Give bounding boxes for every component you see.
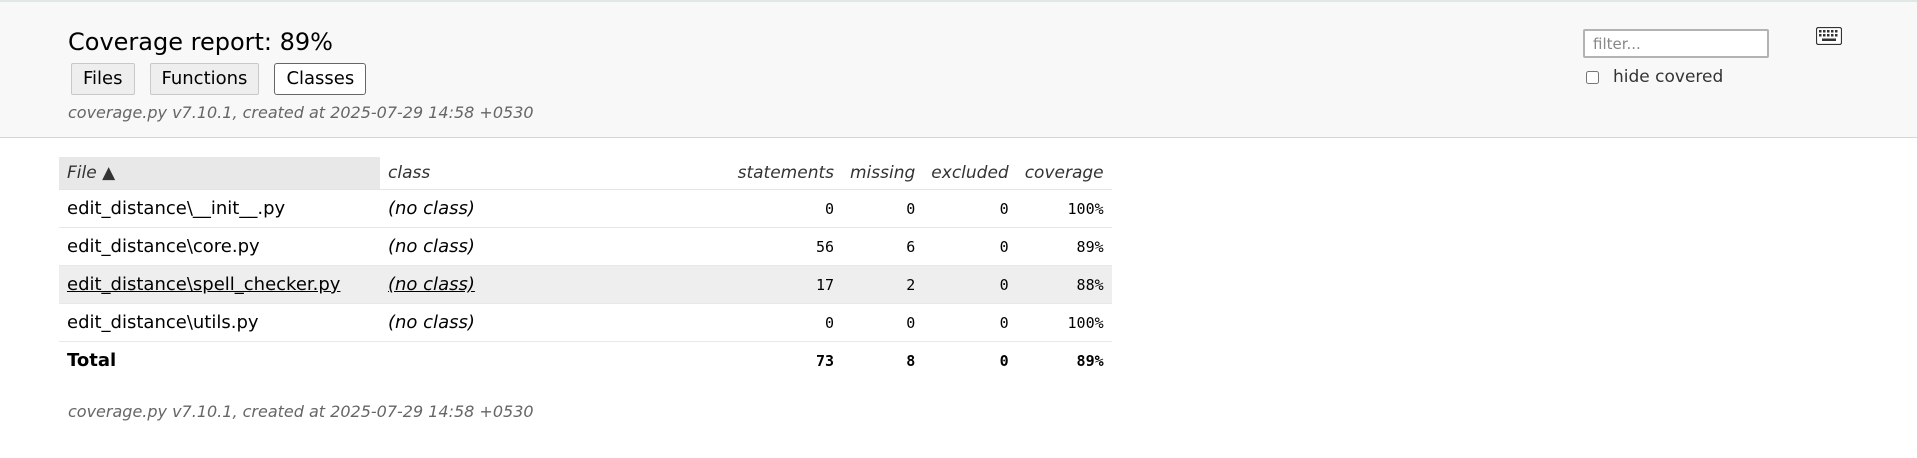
excluded-cell: 0 — [923, 303, 1017, 342]
coverage-table: File ▲ class statements missing excluded… — [59, 157, 1112, 379]
hide-covered-label[interactable]: hide covered — [1613, 67, 1723, 87]
total-row: Total 73 8 0 89% — [59, 342, 1112, 380]
total-missing: 8 — [906, 351, 916, 370]
file-link-text: edit_distance\spell_checker.py — [67, 274, 341, 295]
class-link-text: (no class) — [388, 274, 475, 295]
table-row[interactable]: edit_distance\__init__.py (no class) 0 0… — [59, 189, 1112, 228]
missing-cell: 2 — [842, 265, 924, 304]
column-header-class[interactable]: class — [380, 157, 686, 190]
total-label: Total — [67, 350, 117, 371]
coverage-cell: 88% — [1016, 265, 1112, 304]
total-coverage: 89% — [1076, 351, 1104, 370]
table-header-row: File ▲ class statements missing excluded… — [59, 157, 1112, 190]
hide-covered-checkbox[interactable] — [1586, 70, 1599, 84]
view-tabs: Files Functions Classes — [71, 63, 367, 95]
missing-cell: 6 — [842, 227, 924, 266]
column-header-missing[interactable]: missing — [842, 157, 924, 190]
missing-cell: 0 — [842, 189, 924, 228]
tab-files[interactable]: Files — [71, 63, 135, 95]
file-link[interactable]: edit_distance\__init__.py — [67, 198, 285, 219]
hide-covered-toggle[interactable]: hide covered — [1586, 67, 1723, 87]
footer-created-info: coverage.py v7.10.1, created at 2025-07-… — [68, 402, 534, 421]
coverage-cell: 100% — [1016, 189, 1112, 228]
file-link[interactable]: edit_distance\spell_checker.py — [67, 274, 340, 295]
file-link[interactable]: edit_distance\utils.py — [67, 312, 259, 333]
file-link[interactable]: edit_distance\core.py — [67, 236, 260, 257]
statements-cell: 56 — [686, 227, 842, 266]
report-header: Coverage report: 89% Files Functions Cla… — [0, 2, 1917, 138]
column-header-excluded[interactable]: excluded — [923, 157, 1017, 190]
tab-functions[interactable]: Functions — [149, 63, 260, 95]
statements-cell: 17 — [686, 265, 842, 304]
class-link[interactable]: (no class) — [388, 274, 475, 295]
column-header-coverage[interactable]: coverage — [1016, 157, 1112, 190]
excluded-cell: 0 — [923, 189, 1017, 228]
column-header-statements[interactable]: statements — [686, 157, 842, 190]
created-info: coverage.py v7.10.1, created at 2025-07-… — [68, 103, 534, 122]
total-statements: 73 — [815, 351, 834, 370]
statements-cell: 0 — [686, 189, 842, 228]
excluded-cell: 0 — [923, 265, 1017, 304]
page-title: Coverage report: 89% — [68, 28, 333, 56]
class-link[interactable]: (no class) — [388, 198, 475, 219]
table-row[interactable]: edit_distance\spell_checker.py (no class… — [59, 265, 1112, 304]
excluded-cell: 0 — [923, 227, 1017, 266]
keyboard-icon[interactable] — [1816, 27, 1842, 45]
filter-input[interactable] — [1583, 29, 1769, 58]
total-excluded: 0 — [999, 351, 1009, 370]
class-link[interactable]: (no class) — [388, 312, 475, 333]
table-row[interactable]: edit_distance\utils.py (no class) 0 0 0 … — [59, 303, 1112, 342]
statements-cell: 0 — [686, 303, 842, 342]
tab-classes[interactable]: Classes — [274, 63, 367, 95]
coverage-cell: 89% — [1016, 227, 1112, 266]
class-link[interactable]: (no class) — [388, 236, 475, 257]
table-row[interactable]: edit_distance\core.py (no class) 56 6 0 … — [59, 227, 1112, 266]
coverage-cell: 100% — [1016, 303, 1112, 342]
column-header-file[interactable]: File ▲ — [59, 157, 380, 190]
total-class-cell — [380, 342, 686, 380]
missing-cell: 0 — [842, 303, 924, 342]
